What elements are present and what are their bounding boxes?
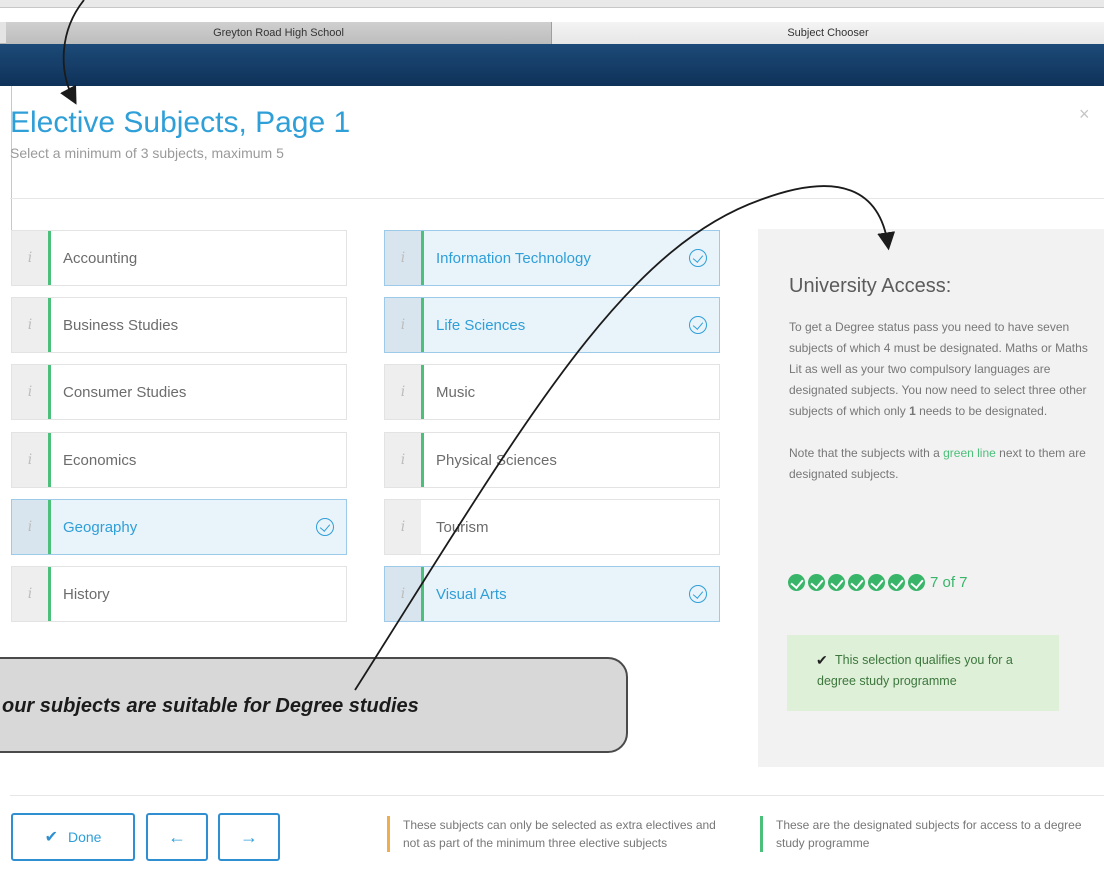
check-circle-icon [689,316,707,334]
designated-marker [48,500,51,554]
designated-marker [421,567,424,621]
designated-marker [421,231,424,285]
subject-economics[interactable]: i Economics [11,432,347,488]
header-divider [10,198,1104,199]
subject-label: Geography [63,518,138,536]
subject-history[interactable]: i History [11,566,347,622]
info-icon[interactable]: i [385,567,421,621]
check-dot-icon [788,574,805,591]
subject-music[interactable]: i Music [384,364,720,420]
info-icon[interactable]: i [385,298,421,352]
subject-count: 7 of 7 [930,574,968,591]
panel-title: University Access: [789,275,952,297]
page-title: Elective Subjects, Page 1 [10,106,351,139]
arrow-left-icon: ← [168,826,186,847]
subject-label: Music [436,383,476,401]
info-icon[interactable]: i [12,231,48,285]
info-icon[interactable]: i [12,567,48,621]
subject-life-sciences[interactable]: i Life Sciences [384,297,720,353]
subject-label: Consumer Studies [63,383,187,401]
designated-marker [48,433,51,487]
designated-marker [48,365,51,419]
info-icon[interactable]: i [12,500,48,554]
info-icon[interactable]: i [385,231,421,285]
browser-toolbar [0,0,1104,8]
next-button[interactable]: → [218,813,280,861]
info-icon[interactable]: i [385,433,421,487]
qualification-alert: ✔ This selection qualifies you for a deg… [787,635,1059,711]
panel-text-2: Note that the subjects with a [789,446,944,460]
designated-marker [48,231,51,285]
arrow-right-icon: → [240,826,258,847]
check-dot-icon [808,574,825,591]
footer-divider [10,795,1104,796]
previous-button[interactable]: ← [146,813,208,861]
check-circle-icon [689,585,707,603]
subject-label: Life Sciences [436,316,526,334]
university-access-panel: University Access: To get a Degree statu… [758,229,1104,767]
subject-label: Tourism [436,518,489,536]
designated-marker [48,567,51,621]
done-label: Done [67,829,102,845]
tab-subject-chooser[interactable]: Subject Chooser [552,22,1104,44]
check-circle-icon [689,249,707,267]
check-circle-icon [316,518,334,536]
qualification-text: This selection qualifies you for a degre… [817,653,1013,688]
check-dot-icon [848,574,865,591]
subject-visual-arts[interactable]: i Visual Arts [384,566,720,622]
tab-greyton-road-high-school[interactable]: Greyton Road High School [6,22,552,44]
checkmark-icon: ✔ [44,829,58,846]
info-icon[interactable]: i [12,365,48,419]
panel-text-1-end: needs to be designated. [915,404,1048,418]
green-line-label: green line [943,446,996,460]
non-designated-marker [421,500,424,554]
check-dot-icon [888,574,905,591]
designated-marker [421,365,424,419]
subject-label: History [63,585,110,603]
subject-label: Accounting [63,249,138,267]
subject-progress: 7 of 7 [788,574,968,591]
page-subtitle: Select a minimum of 3 subjects, maximum … [10,145,284,161]
subject-geography[interactable]: i Geography [11,499,347,555]
subject-accounting[interactable]: i Accounting [11,230,347,286]
panel-text-bold: 1 [909,404,916,418]
subject-label: Information Technology [436,249,591,267]
designated-marker [48,298,51,352]
checkmark-icon: ✔ [816,652,828,668]
subject-label: Physical Sciences [436,451,557,469]
subject-physical-sciences[interactable]: i Physical Sciences [384,432,720,488]
browser-tab-strip: Greyton Road High School Subject Chooser [0,22,1104,44]
subject-label: Economics [63,451,137,469]
info-icon[interactable]: i [12,433,48,487]
designated-marker [421,298,424,352]
check-dot-icon [828,574,845,591]
subject-information-technology[interactable]: i Information Technology [384,230,720,286]
info-icon[interactable]: i [385,500,421,554]
subject-consumer-studies[interactable]: i Consumer Studies [11,364,347,420]
check-dot-icon [868,574,885,591]
done-button[interactable]: ✔ Done [11,813,135,861]
designated-marker [421,433,424,487]
callout-text: our subjects are suitable for Degree stu… [2,695,419,717]
legend-extra-electives: These subjects can only be selected as e… [387,816,727,852]
info-icon[interactable]: i [385,365,421,419]
legend-designated-subjects: These are the designated subjects for ac… [760,816,1104,852]
subject-label: Visual Arts [436,585,507,603]
subject-label: Business Studies [63,316,179,334]
check-dot-icon [908,574,925,591]
annotation-callout: our subjects are suitable for Degree stu… [0,657,628,753]
subject-tourism[interactable]: i Tourism [384,499,720,555]
panel-description: To get a Degree status pass you need to … [789,317,1097,485]
app-header-bar [0,44,1104,86]
info-icon[interactable]: i [12,298,48,352]
close-icon[interactable]: × [1079,104,1090,125]
subject-business-studies[interactable]: i Business Studies [11,297,347,353]
